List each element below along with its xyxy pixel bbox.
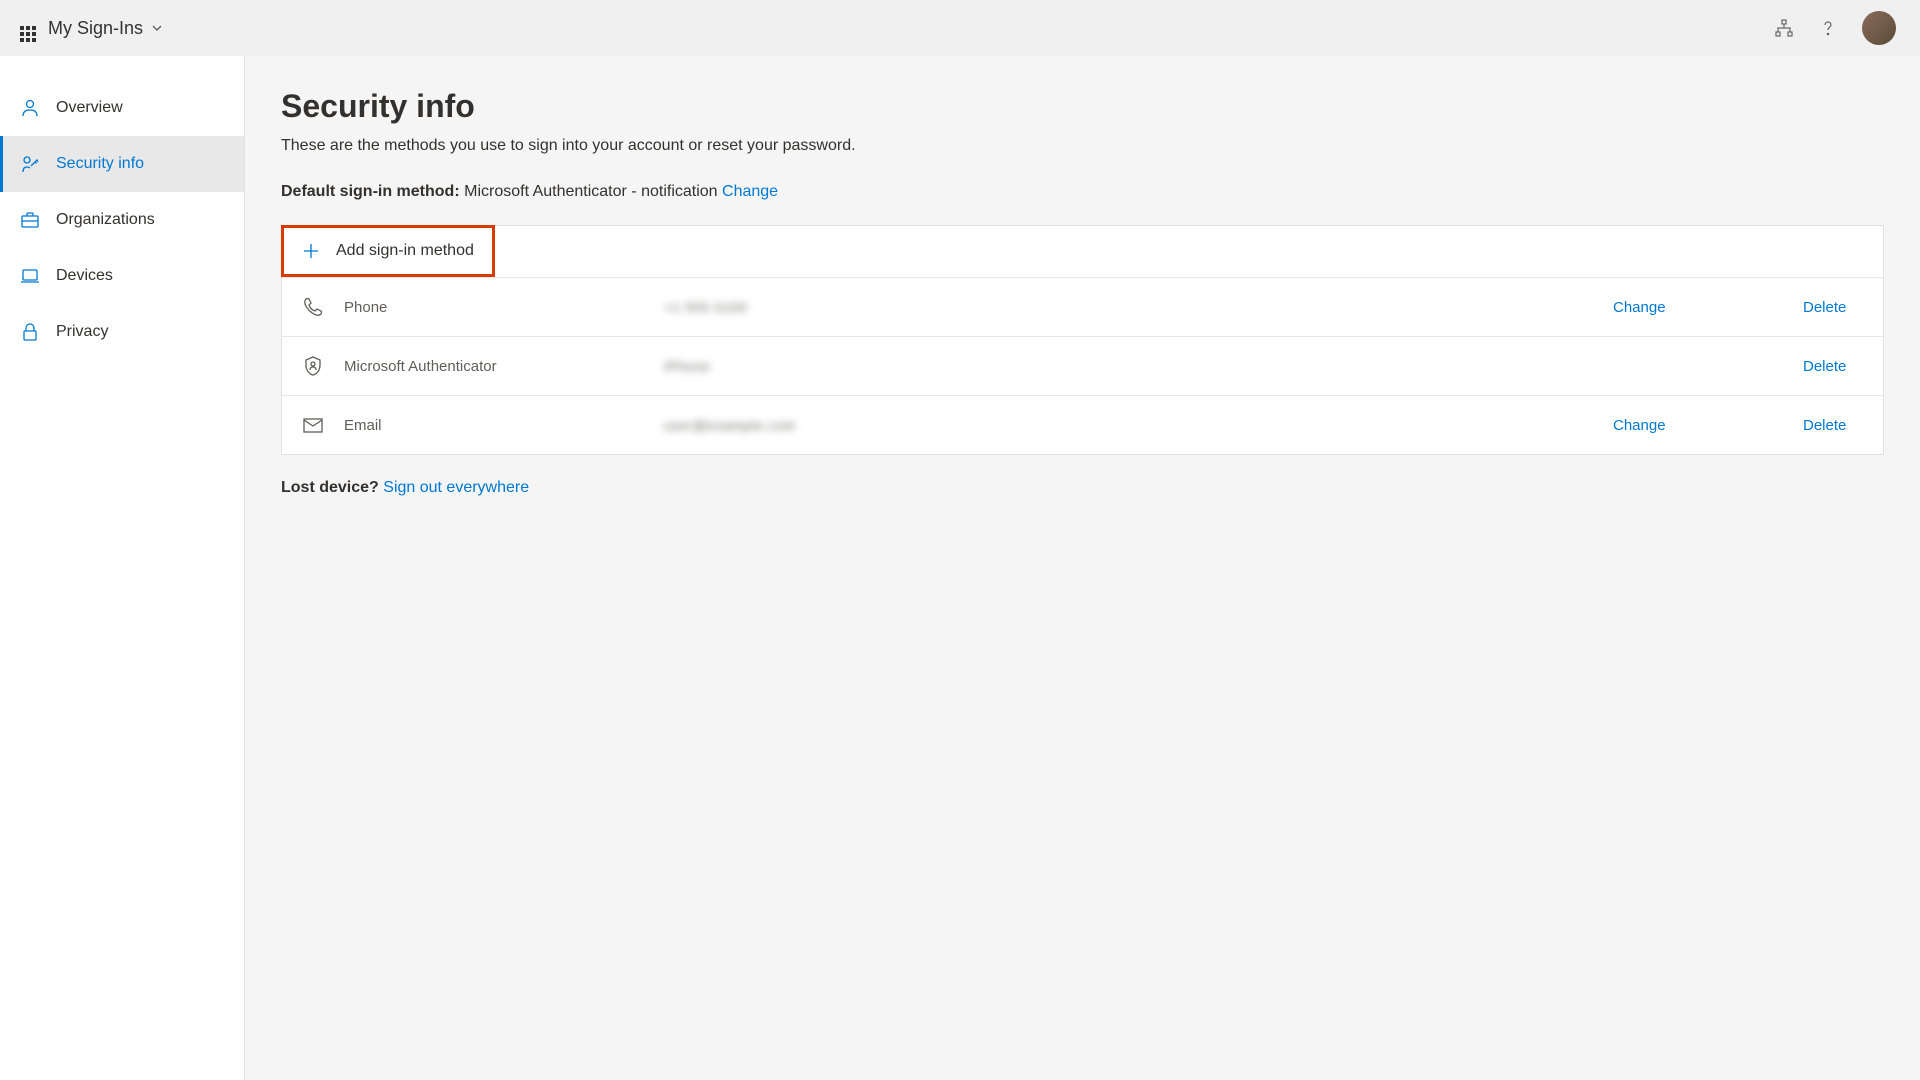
laptop-icon (20, 266, 40, 286)
main-content: Security info These are the methods you … (245, 56, 1920, 1080)
chevron-down-icon (151, 22, 163, 34)
header-right (1774, 11, 1908, 45)
method-row-phone: Phone +1 555 0100 Change Delete (282, 277, 1883, 336)
email-icon (302, 414, 324, 436)
authenticator-icon (302, 355, 324, 377)
lost-device-label: Lost device? (281, 479, 379, 496)
delete-link[interactable]: Delete (1803, 417, 1863, 434)
method-name: Microsoft Authenticator (344, 358, 664, 375)
plus-icon (302, 242, 320, 260)
default-method-value: Microsoft Authenticator - notification (464, 183, 717, 200)
default-signin-method: Default sign-in method: Microsoft Authen… (281, 183, 1884, 201)
app-launcher-icon[interactable] (12, 18, 32, 38)
change-link[interactable]: Change (1613, 417, 1673, 434)
lost-device-section: Lost device? Sign out everywhere (281, 479, 1884, 497)
sidebar-item-overview[interactable]: Overview (0, 80, 244, 136)
method-value: +1 555 0100 (664, 300, 984, 315)
user-avatar[interactable] (1862, 11, 1896, 45)
app-title-label: My Sign-Ins (48, 18, 143, 39)
page-title: Security info (281, 88, 1884, 125)
method-value: user@example.com (664, 418, 984, 433)
sidebar-item-organizations[interactable]: Organizations (0, 192, 244, 248)
page-description: These are the methods you use to sign in… (281, 137, 1884, 155)
header: My Sign-Ins (0, 0, 1920, 56)
sidebar-item-label: Privacy (56, 323, 108, 341)
default-method-label: Default sign-in method: (281, 183, 460, 200)
change-link (1613, 358, 1673, 375)
method-name: Email (344, 417, 664, 434)
sidebar-item-label: Security info (56, 155, 144, 173)
sign-out-everywhere-link[interactable]: Sign out everywhere (383, 479, 529, 496)
app-title-dropdown[interactable]: My Sign-Ins (48, 18, 163, 39)
delete-link[interactable]: Delete (1803, 299, 1863, 316)
sidebar-item-label: Devices (56, 267, 113, 285)
method-row-authenticator: Microsoft Authenticator iPhone Delete (282, 336, 1883, 395)
lock-icon (20, 322, 40, 342)
help-icon[interactable] (1818, 18, 1838, 38)
sidebar-item-privacy[interactable]: Privacy (0, 304, 244, 360)
sidebar: Overview Security info Organizations D (0, 56, 245, 1080)
method-row-email: Email user@example.com Change Delete (282, 395, 1883, 454)
delete-link[interactable]: Delete (1803, 358, 1863, 375)
sidebar-item-label: Organizations (56, 211, 155, 229)
add-signin-method-button[interactable]: Add sign-in method (281, 225, 495, 277)
method-name: Phone (344, 299, 664, 316)
briefcase-icon (20, 210, 40, 230)
change-default-link[interactable]: Change (722, 183, 778, 200)
sidebar-item-devices[interactable]: Devices (0, 248, 244, 304)
signin-methods-table: Add sign-in method Phone +1 555 0100 Cha… (281, 225, 1884, 455)
person-icon (20, 98, 40, 118)
add-method-label: Add sign-in method (336, 242, 474, 260)
key-icon (20, 154, 40, 174)
sidebar-item-security[interactable]: Security info (0, 136, 244, 192)
sidebar-item-label: Overview (56, 99, 123, 117)
method-value: iPhone (664, 359, 984, 374)
phone-icon (302, 296, 324, 318)
sitemap-icon[interactable] (1774, 18, 1794, 38)
header-left: My Sign-Ins (12, 18, 163, 39)
change-link[interactable]: Change (1613, 299, 1673, 316)
